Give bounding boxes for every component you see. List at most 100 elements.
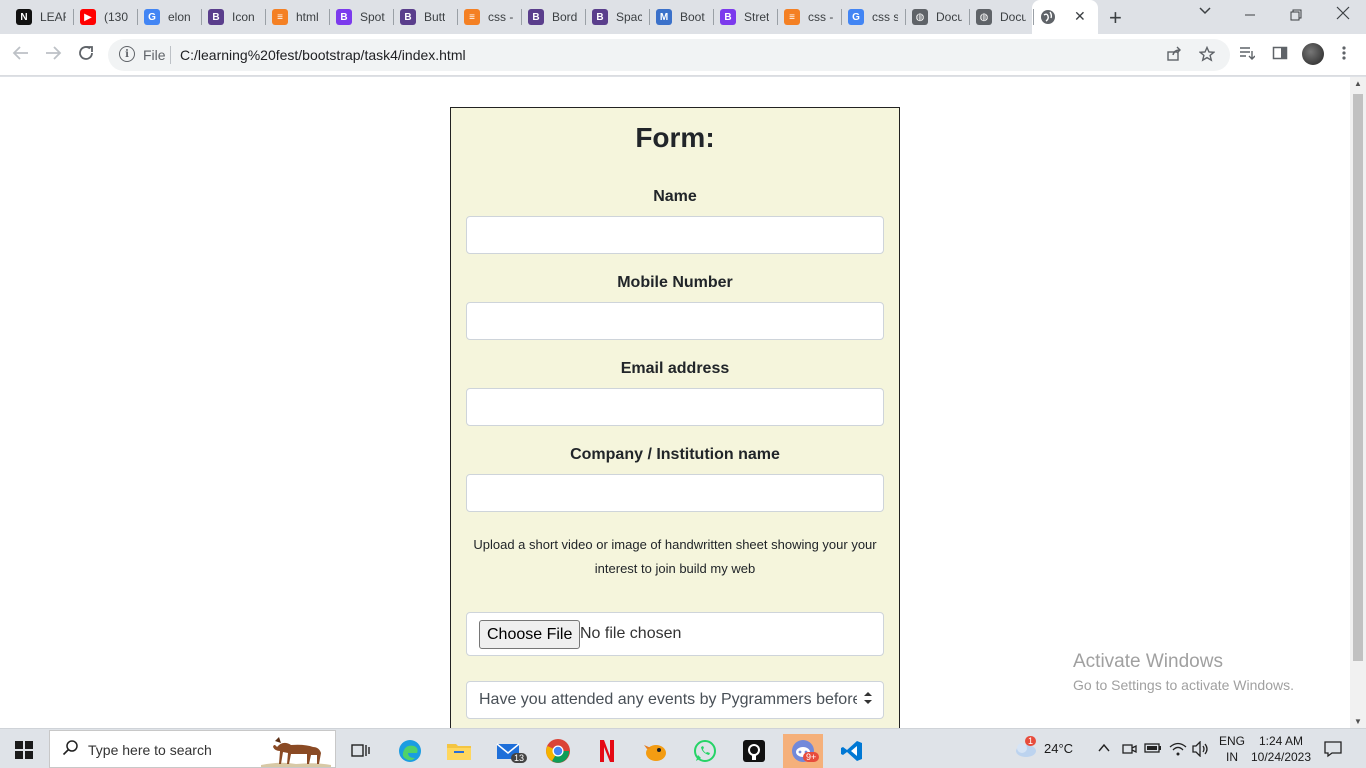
new-tab-button[interactable]: + [1109, 5, 1122, 31]
browser-tab[interactable]: M Boot [656, 6, 706, 28]
browser-tab[interactable]: ≡ css - [784, 6, 834, 28]
scheme-label: File [143, 47, 166, 63]
browser-tab[interactable]: B Icon [208, 6, 258, 28]
url-text[interactable]: C:/learning%20fest/bootstrap/task4/index… [180, 47, 466, 63]
browser-tab[interactable]: Gcss s [848, 6, 898, 28]
scroll-down-arrow-icon[interactable]: ▼ [1354, 717, 1362, 726]
notifications-icon[interactable] [1324, 740, 1342, 768]
profile-avatar[interactable] [1302, 43, 1324, 65]
tab-title: Docu [936, 10, 962, 24]
tab-title: css - [488, 10, 514, 24]
bookmark-star-icon[interactable] [1198, 45, 1216, 66]
bootstrap-icon: B [208, 9, 224, 25]
clock[interactable]: 1:24 AM 10/24/2023 [1250, 729, 1312, 768]
site-info-icon[interactable]: i [119, 46, 135, 62]
vscode-icon[interactable] [832, 734, 872, 768]
browser-tab[interactable]: ▶ (130 [80, 6, 130, 28]
volume-icon[interactable] [1192, 740, 1210, 768]
mail-icon[interactable]: 13 [489, 734, 529, 768]
browser-tab[interactable]: Gelon [144, 6, 194, 28]
tab-separator [393, 9, 394, 25]
stackoverflow-icon: ≡ [464, 9, 480, 25]
language-indicator[interactable]: ENG IN [1218, 729, 1246, 768]
tab-separator [905, 9, 906, 25]
browser-tab[interactable]: B Spot [336, 6, 386, 28]
globe-icon: ◍ [912, 9, 928, 25]
tab-separator [457, 9, 458, 25]
minimize-icon[interactable] [1244, 6, 1256, 24]
file-input[interactable]: Choose File No file chosen [466, 612, 884, 656]
tab-title: Docu [1000, 10, 1026, 24]
browser-tab[interactable]: ≡ html [272, 6, 322, 28]
forward-icon[interactable] [44, 44, 62, 67]
browser-tab[interactable]: B Bord [528, 6, 578, 28]
chrome-icon[interactable] [538, 734, 578, 768]
file-explorer-icon[interactable] [439, 734, 479, 768]
mobile-input[interactable] [466, 302, 884, 340]
address-bar[interactable]: i File C:/learning%20fest/bootstrap/task… [108, 39, 1230, 71]
meet-now-icon[interactable] [1121, 741, 1137, 768]
email-label: Email address [620, 360, 730, 377]
tab-title: Boot [680, 10, 705, 24]
task-view-icon[interactable] [340, 734, 380, 768]
discord-badge: 9+ [803, 752, 820, 762]
windows-start-icon[interactable] [15, 741, 33, 759]
discord-icon[interactable]: 9+ [783, 734, 823, 768]
stackoverflow-icon: ≡ [272, 9, 288, 25]
share-icon[interactable] [1166, 46, 1182, 66]
tab-search-icon[interactable] [1198, 3, 1212, 22]
scrollbar-thumb[interactable] [1353, 94, 1363, 661]
side-panel-icon[interactable] [1272, 45, 1288, 65]
browser-tab[interactable]: ◍ Docu [976, 6, 1026, 28]
chevron-up-icon[interactable] [1097, 741, 1111, 768]
browser-tab[interactable]: B Butt [400, 6, 450, 28]
name-input[interactable] [466, 216, 884, 254]
browser-tab[interactable]: N LEAF [16, 6, 66, 28]
menu-kebab-icon[interactable] [1338, 45, 1350, 65]
choose-file-button[interactable]: Choose File [479, 620, 581, 649]
bootstrap-icon: B [400, 9, 416, 25]
browser-tab[interactable]: ≡ css - [464, 6, 514, 28]
tab-separator [521, 9, 522, 25]
events-select[interactable]: Have you attended any events by Pygramme… [466, 681, 884, 719]
google-icon: G [144, 9, 160, 25]
whatsapp-icon[interactable] [685, 734, 725, 768]
taskbar-search[interactable]: Type here to search [49, 730, 336, 768]
tab-separator [777, 9, 778, 25]
tab-title: Butt [424, 10, 446, 24]
github-icon[interactable] [734, 734, 774, 768]
scroll-up-arrow-icon[interactable]: ▲ [1354, 79, 1362, 88]
clock-date: 10/24/2023 [1250, 750, 1312, 764]
vertical-scrollbar[interactable]: ▲ ▼ [1350, 77, 1366, 728]
browser-tab[interactable]: ◍ Docu [912, 6, 962, 28]
netflix-icon[interactable] [587, 734, 627, 768]
back-icon[interactable] [12, 44, 30, 67]
tab-separator [201, 9, 202, 25]
weather-widget[interactable]: 1 24°C [1010, 729, 1080, 768]
browser-tab[interactable]: B Spac [592, 6, 642, 28]
tab-title: css - [808, 10, 834, 24]
tab-separator [841, 9, 842, 25]
tab-active[interactable]: ✕ [1032, 0, 1098, 34]
email-input[interactable] [466, 388, 884, 426]
tab-title: Bord [552, 10, 578, 24]
company-input[interactable] [466, 474, 884, 512]
restore-icon[interactable] [1290, 8, 1302, 26]
activate-windows-title: Activate Windows [1073, 651, 1223, 672]
bird-app-icon[interactable] [636, 734, 676, 768]
browser-tab[interactable]: B Stret [720, 6, 770, 28]
edge-icon[interactable] [390, 734, 430, 768]
horse-illustration-icon [261, 737, 331, 767]
bootstrap-icon: B [592, 9, 608, 25]
wifi-icon[interactable] [1169, 741, 1187, 768]
bootstrap-icon: B [720, 9, 736, 25]
battery-icon[interactable] [1144, 741, 1162, 768]
bootstrap-icon: B [528, 9, 544, 25]
tab-separator [73, 9, 74, 25]
reading-list-icon[interactable] [1239, 45, 1256, 65]
close-window-icon[interactable] [1336, 6, 1350, 25]
close-tab-icon[interactable]: ✕ [1074, 8, 1086, 25]
tab-title: Spot [360, 10, 385, 24]
activate-windows-subtitle: Go to Settings to activate Windows. [1073, 677, 1294, 693]
reload-icon[interactable] [77, 44, 95, 67]
